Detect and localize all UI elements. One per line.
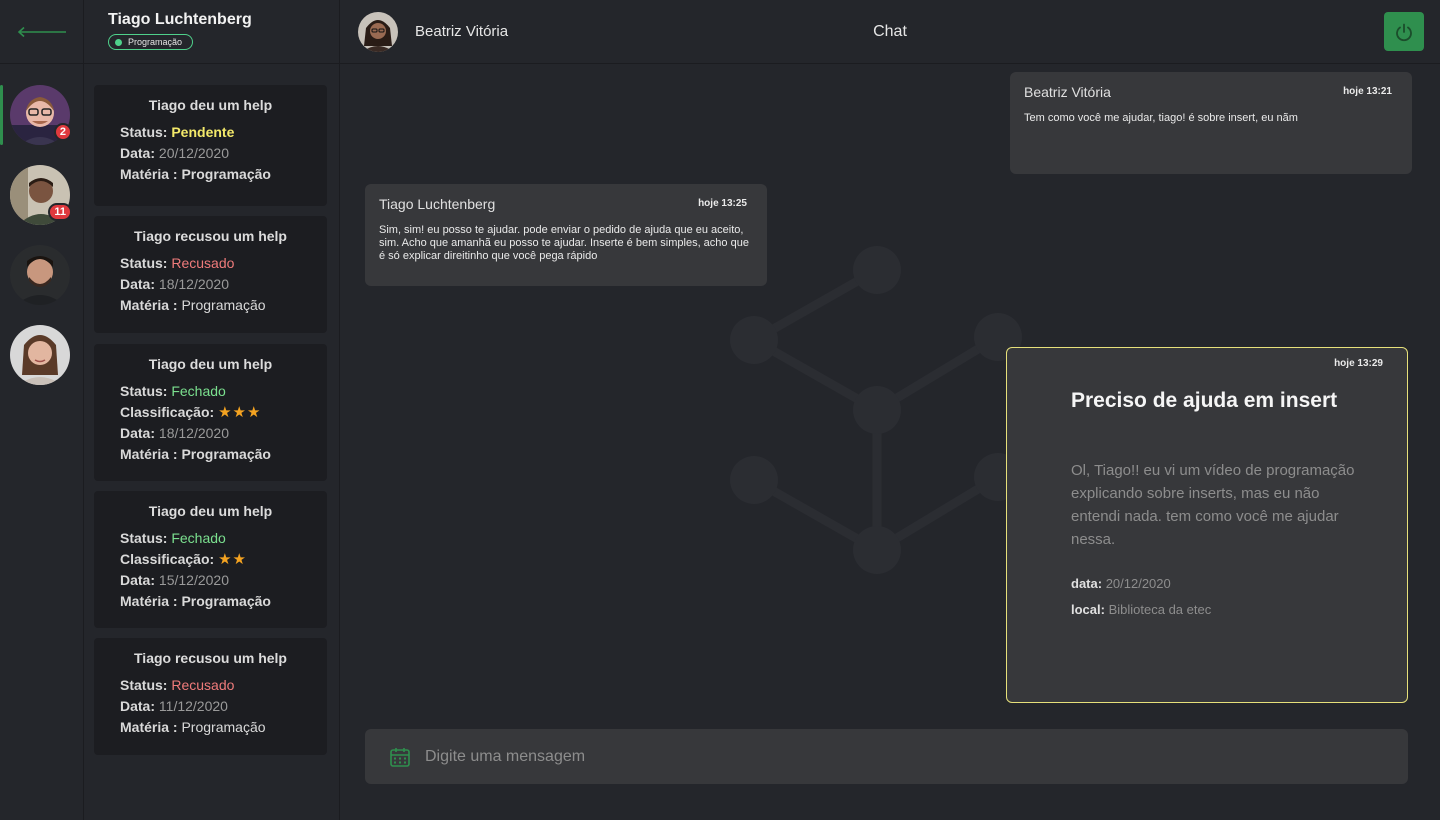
subject-tag-label: Programação xyxy=(128,37,183,47)
help-history-panel: Tiago Luchtenberg Programação Tiago deu … xyxy=(84,0,340,820)
card-title: Tiago deu um help xyxy=(148,356,273,372)
power-icon xyxy=(1396,23,1412,41)
date-label: Data: xyxy=(120,276,156,292)
logout-button[interactable] xyxy=(1384,12,1424,51)
status-label: Status: xyxy=(120,530,168,546)
contact-avatar-3[interactable] xyxy=(10,245,70,305)
chat-header: Beatriz Vitória Chat xyxy=(340,0,1440,64)
status-label: Status: xyxy=(120,677,168,693)
message-author: Beatriz Vitória xyxy=(1024,84,1111,100)
help-location-value: Biblioteca da etec xyxy=(1108,602,1212,617)
message-text: Sim, sim! eu posso te ajudar. pode envia… xyxy=(379,224,749,262)
arrow-left-icon xyxy=(17,26,66,37)
contact-avatar-4[interactable] xyxy=(10,325,70,385)
message-time: hoje 13:21 xyxy=(1343,86,1392,97)
contacts-rail: 2 11 xyxy=(0,0,84,820)
unread-badge: 2 xyxy=(53,123,72,141)
date-value: 11/12/2020 xyxy=(158,698,228,714)
help-request-location: local: Biblioteca da etec xyxy=(1071,602,1211,617)
status-label: Status: xyxy=(120,383,168,399)
status-value: Recusado xyxy=(171,677,235,693)
status-value: Pendente xyxy=(171,124,235,140)
avatar xyxy=(10,245,70,305)
status-value: Fechado xyxy=(171,530,226,546)
card-title: Tiago recusou um help xyxy=(134,650,287,666)
history-card[interactable]: Tiago deu um help Status: Pendente Data:… xyxy=(94,85,327,206)
subject-label: Matéria : xyxy=(120,593,178,609)
back-button[interactable] xyxy=(0,0,84,64)
subject-label: Matéria : xyxy=(120,166,178,182)
chat-panel: Beatriz Vitória Chat Beatriz Vitória hoj… xyxy=(340,0,1440,820)
calendar-icon[interactable] xyxy=(389,746,411,768)
message-input[interactable] xyxy=(425,747,1408,766)
date-label: Data: xyxy=(120,425,156,441)
date-value: 18/12/2020 xyxy=(158,276,229,292)
help-date-value: 20/12/2020 xyxy=(1105,576,1171,591)
chat-message-received: Beatriz Vitória hoje 13:21 Tem como você… xyxy=(1010,72,1412,174)
card-title: Tiago deu um help xyxy=(148,503,273,519)
message-time: hoje 13:29 xyxy=(1334,358,1383,369)
profile-header: Tiago Luchtenberg Programação xyxy=(84,0,339,64)
subject-value: Programação xyxy=(181,593,271,609)
status-value: Fechado xyxy=(171,383,226,399)
subject-value: Programação xyxy=(181,166,271,182)
status-label: Status: xyxy=(120,255,168,271)
help-request-date: data: 20/12/2020 xyxy=(1071,576,1171,591)
help-request-title: Preciso de ajuda em insert xyxy=(1071,389,1338,412)
rating-label: Classificação: xyxy=(120,551,215,567)
history-card[interactable]: Tiago recusou um help Status: Recusado D… xyxy=(94,638,327,755)
message-text: Tem como você me ajudar, tiago! é sobre … xyxy=(1024,112,1298,124)
subject-label: Matéria : xyxy=(120,719,178,735)
help-location-label: local: xyxy=(1071,602,1105,617)
subject-value: Programação xyxy=(181,446,271,462)
message-composer xyxy=(365,729,1408,784)
chat-message-sent: Tiago Luchtenberg hoje 13:25 Sim, sim! e… xyxy=(365,184,767,286)
rating-label: Classificação: xyxy=(120,404,215,420)
card-title: Tiago deu um help xyxy=(148,97,273,113)
contact-avatar-2[interactable]: 11 xyxy=(10,165,72,225)
subject-tag: Programação xyxy=(108,34,194,50)
card-title: Tiago recusou um help xyxy=(134,228,287,244)
subject-value: Programação xyxy=(181,719,266,735)
subject-value: Programação xyxy=(181,297,266,313)
profile-name: Tiago Luchtenberg xyxy=(108,11,252,28)
rating-stars-icon: ★★★ xyxy=(218,404,262,421)
status-label: Status: xyxy=(120,124,168,140)
avatar xyxy=(10,325,70,385)
help-date-label: data: xyxy=(1071,576,1103,591)
date-value: 15/12/2020 xyxy=(158,572,229,588)
status-value: Recusado xyxy=(171,255,235,271)
page-title: Chat xyxy=(873,23,907,40)
date-label: Data: xyxy=(120,145,156,161)
subject-label: Matéria : xyxy=(120,446,178,462)
date-value: 20/12/2020 xyxy=(158,145,229,161)
contact-avatar-1[interactable]: 2 xyxy=(0,85,72,145)
date-value: 18/12/2020 xyxy=(158,425,229,441)
subject-label: Matéria : xyxy=(120,297,178,313)
status-dot-icon xyxy=(115,38,122,46)
help-request-card[interactable]: hoje 13:29 Preciso de ajuda em insert Ol… xyxy=(1006,347,1408,703)
message-time: hoje 13:25 xyxy=(698,198,747,209)
message-author: Tiago Luchtenberg xyxy=(379,196,496,212)
watermark-logo-icon xyxy=(730,246,1022,574)
unread-badge: 11 xyxy=(48,203,72,221)
history-card[interactable]: Tiago recusou um help Status: Recusado D… xyxy=(94,216,327,333)
history-card[interactable]: Tiago deu um help Status: Fechado Classi… xyxy=(94,491,327,628)
rating-stars-icon: ★★ xyxy=(218,551,247,568)
history-card[interactable]: Tiago deu um help Status: Fechado Classi… xyxy=(94,344,327,481)
date-label: Data: xyxy=(120,572,156,588)
help-request-description: Ol, Tiago!! eu vi um vídeo de programaçã… xyxy=(1071,462,1355,548)
date-label: Data: xyxy=(120,698,156,714)
